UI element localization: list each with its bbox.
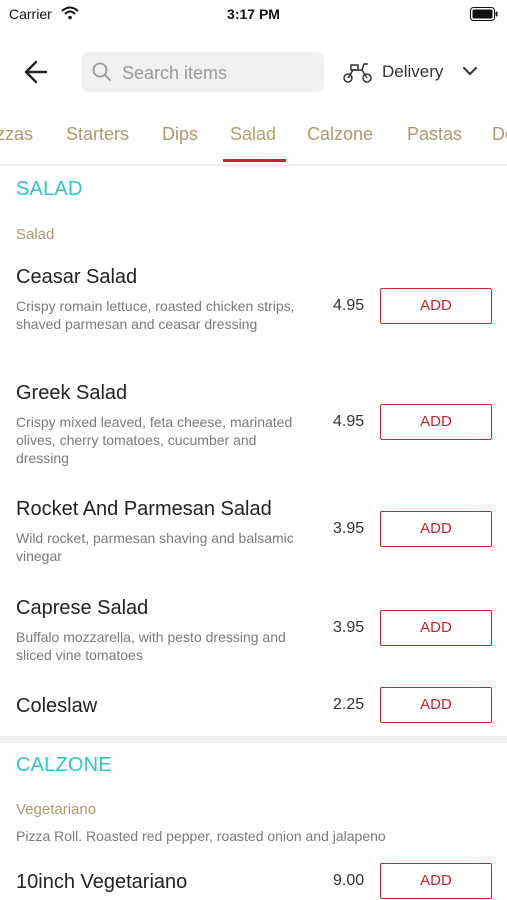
- header: Delivery: [0, 46, 507, 98]
- item-name: Ceasar Salad: [16, 266, 138, 288]
- tab-salad[interactable]: Salad: [230, 124, 276, 145]
- item-description: Buffalo mozzarella, with pesto dressing …: [16, 629, 286, 663]
- status-bar: Carrier 3:17 PM: [0, 0, 507, 30]
- back-button[interactable]: [20, 58, 54, 86]
- item-price: 4.95: [333, 297, 365, 314]
- chevron-down-icon: [463, 67, 477, 76]
- tab-dips[interactable]: Dips: [162, 124, 198, 145]
- tab-starters[interactable]: Starters: [66, 124, 129, 145]
- category-label: Vegetariano: [16, 801, 97, 818]
- tab-pastas[interactable]: Pastas: [407, 124, 462, 145]
- section-title-salad: SALAD: [16, 178, 83, 200]
- add-button[interactable]: ADD: [380, 511, 492, 547]
- status-time: 3:17 PM: [227, 6, 280, 22]
- item-name: Caprese Salad: [16, 597, 149, 619]
- item-price: 9.00: [333, 872, 365, 889]
- add-button[interactable]: ADD: [380, 404, 492, 440]
- back-arrow-icon: [24, 60, 48, 84]
- add-button[interactable]: ADD: [380, 288, 492, 324]
- scooter-icon: [343, 63, 372, 83]
- item-name: Greek Salad: [16, 382, 128, 404]
- item-description: Wild rocket, parmesan shaving and balsam…: [16, 530, 294, 564]
- search-icon: [92, 62, 111, 81]
- delivery-selector[interactable]: Delivery: [340, 52, 490, 92]
- add-button[interactable]: ADD: [380, 687, 492, 723]
- item-price: 3.95: [333, 520, 365, 537]
- item-price: 4.95: [333, 413, 365, 430]
- category-description: Pizza Roll. Roasted red pepper, roasted …: [16, 828, 386, 844]
- item-price: 2.25: [333, 696, 365, 713]
- section-title-calzone: CALZONE: [16, 754, 112, 776]
- battery-icon: [470, 7, 498, 26]
- item-name: Coleslaw: [16, 695, 98, 717]
- active-tab-indicator: [223, 159, 286, 162]
- add-button[interactable]: ADD: [380, 863, 492, 899]
- category-label: Salad: [16, 226, 55, 243]
- category-tabs: zzas Starters Dips Salad Calzone Pastas …: [0, 110, 507, 166]
- item-price: 3.95: [333, 619, 365, 636]
- item-description: Crispy romain lettuce, roasted chicken s…: [16, 298, 295, 332]
- tab-pizzas[interactable]: zzas: [0, 124, 33, 145]
- tab-calzone[interactable]: Calzone: [307, 124, 373, 145]
- delivery-label: Delivery: [382, 62, 444, 81]
- search-input[interactable]: [120, 52, 320, 94]
- item-description: Crispy mixed leaved, feta cheese, marina…: [16, 414, 293, 466]
- item-name: 10inch Vegetariano: [16, 871, 188, 893]
- item-name: Rocket And Parmesan Salad: [16, 498, 272, 520]
- add-button[interactable]: ADD: [380, 610, 492, 646]
- section-divider: [0, 736, 507, 743]
- tab-desserts[interactable]: De: [492, 124, 507, 145]
- search-box[interactable]: [82, 52, 324, 94]
